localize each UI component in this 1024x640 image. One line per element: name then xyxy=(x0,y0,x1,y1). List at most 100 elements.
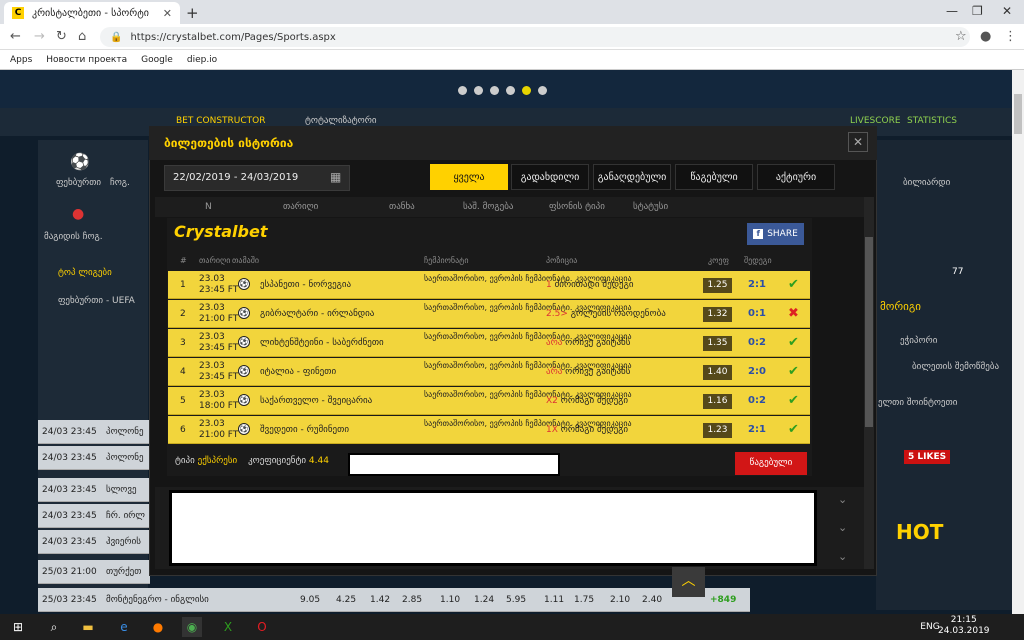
row-number: 6 xyxy=(180,425,186,435)
bg-event-row[interactable]: 25/03 21:00 თურქეთ xyxy=(38,560,150,584)
football-icon: ⚽ xyxy=(238,423,250,435)
page-scrollbar[interactable] xyxy=(1012,70,1024,614)
back-icon[interactable]: ← xyxy=(10,29,21,44)
bg-event-row[interactable]: 24/03 23:45 პოლონე xyxy=(38,420,150,444)
chrome-icon[interactable]: ◉ xyxy=(182,617,202,637)
minimize-icon[interactable]: — xyxy=(946,4,958,18)
bg-event-row[interactable]: 24/03 23:45 პოლონე xyxy=(38,446,150,470)
row-score: 0:1 xyxy=(748,308,766,319)
ticket-event-row: 4 23.03 23:45 FT ⚽ იტალია - ფინეთი საერთაშორი… xyxy=(168,358,810,386)
filter-lost-button[interactable]: წაგებული xyxy=(675,164,753,190)
file-explorer-icon[interactable]: ▬ xyxy=(78,617,98,637)
modal-scrollbar[interactable] xyxy=(864,197,874,569)
bookmark-apps[interactable]: Apps xyxy=(10,55,32,65)
ticket-event-row: 2 23.03 21:00 FT ⚽ გიბრალტარი - ირლანდია საერ… xyxy=(168,300,810,328)
ticket-event-row: 1 23.03 23:45 FT ⚽ ესპანეთი - ნორვეგია საერთა… xyxy=(168,271,810,299)
row-score: 2:1 xyxy=(748,424,766,435)
system-clock[interactable]: 21:15 24.03.2019 xyxy=(938,615,990,637)
edge-icon[interactable]: e xyxy=(114,617,134,637)
crystalbet-favicon: C xyxy=(12,7,24,19)
bg-event-row[interactable]: 24/03 23:45 სლოვე xyxy=(38,478,150,502)
date-range-input[interactable]: 22/02/2019 - 24/03/2019 xyxy=(164,165,350,191)
football-icon: ⚽ xyxy=(238,394,250,406)
browser-tab[interactable]: C კრისტალბეთი - სპორტი ✕ xyxy=(4,2,180,24)
football-icon: ⚽ xyxy=(238,365,250,377)
right-text: ელთი შოინტოეთი xyxy=(878,398,958,408)
calendar-icon[interactable]: ▦ xyxy=(330,170,341,184)
close-tab-icon[interactable]: ✕ xyxy=(163,7,172,20)
windows-start-icon[interactable]: ⊞ xyxy=(8,617,28,637)
chevron-down-icon[interactable]: ⌄ xyxy=(838,493,847,506)
facebook-share-button[interactable]: f SHARE xyxy=(747,223,804,245)
redacted-box-large xyxy=(169,490,817,566)
row-match: შვედეთი - რუმინეთი xyxy=(260,425,349,435)
sport-table-tennis[interactable]: მაგიდის ჩოგ. xyxy=(44,232,103,242)
chevron-down-icon[interactable]: ⌄ xyxy=(838,521,847,534)
close-window-icon[interactable]: ✕ xyxy=(1002,4,1012,18)
bookmark-google[interactable]: Google xyxy=(141,55,173,65)
row-datetime: 23.03 18:00 FT xyxy=(199,390,239,411)
restore-icon[interactable]: ❐ xyxy=(972,4,983,18)
bookmarks-bar: Apps Новости проекта Google diep.io xyxy=(0,50,1024,70)
row-match: იტალია - ფინეთი xyxy=(260,367,337,377)
top-leagues-tab[interactable]: ტოპ ლიგები xyxy=(58,268,112,278)
scroll-top-chevron-icon[interactable]: ︿ xyxy=(672,567,705,597)
excel-icon[interactable]: X xyxy=(218,617,238,637)
ticket-event-row: 3 23.03 23:45 FT ⚽ ლიხტენშტეინი - საბერძნეთი… xyxy=(168,329,810,357)
bg-event-row[interactable]: 24/03 23:45 ჩრ. ირლ xyxy=(38,504,150,528)
bg-event-row[interactable]: 24/03 23:45 ჰვიერის xyxy=(38,530,150,554)
row-odd: 1.25 xyxy=(703,278,732,293)
filter-all-button[interactable]: ყველა xyxy=(430,164,508,190)
bg-event-row[interactable]: 25/03 23:45 მონტენეგრო - ინგლისი 9.05 4.25… xyxy=(38,588,750,612)
profile-icon[interactable]: ● xyxy=(980,29,991,44)
carousel-dots[interactable] xyxy=(458,86,547,95)
forward-icon[interactable]: → xyxy=(34,29,45,44)
row-score: 0:2 xyxy=(748,395,766,406)
row-datetime: 23.03 23:45 FT xyxy=(199,361,239,382)
row-datetime: 23.03 23:45 FT xyxy=(199,332,239,353)
sport-tennis[interactable]: ჩოგ. xyxy=(110,178,130,188)
nav-statistics[interactable]: STATISTICS xyxy=(907,116,957,126)
home-icon[interactable]: ⌂ xyxy=(78,29,86,44)
nav-livescore[interactable]: LIVESCORE xyxy=(850,116,901,126)
promo-5-likes[interactable]: 5 LIKES xyxy=(904,450,951,464)
row-pick: არა ორივე გაიტანს xyxy=(546,338,631,348)
tickets-column-header: N თარიღი თანხა საშ. მოგება ფსონის ტიპი ს… xyxy=(155,197,865,217)
sport-football[interactable]: ფეხბურთი xyxy=(56,178,101,188)
right-tab[interactable]: ეჭიპორი xyxy=(900,336,937,346)
search-icon[interactable]: ⌕ xyxy=(44,617,64,637)
bookmark-diep[interactable]: diep.io xyxy=(187,55,217,65)
close-icon[interactable]: ✕ xyxy=(848,132,868,152)
row-match: ესპანეთი - ნორვეგია xyxy=(260,280,352,290)
bookmark-news[interactable]: Новости проекта xyxy=(46,55,127,65)
right-counter: 77 xyxy=(952,267,964,277)
row-pick: X2 ორმაგი შედეგი xyxy=(546,396,629,406)
filter-cashed-button[interactable]: განაღდებული xyxy=(593,164,671,190)
filter-paid-button[interactable]: გადახდილი xyxy=(511,164,589,190)
firefox-icon[interactable]: ● xyxy=(148,617,168,637)
url-field[interactable]: 🔒 https://crystalbet.com/Pages/Sports.asp… xyxy=(100,27,970,47)
new-tab-icon[interactable]: + xyxy=(186,4,199,22)
sport-billiard[interactable]: ბილიარდი xyxy=(903,178,950,188)
football-icon: ⚽ xyxy=(238,278,250,290)
reload-icon[interactable]: ↻ xyxy=(56,29,67,44)
check-ticket-link[interactable]: ბილეთის შემოწმება xyxy=(912,362,1002,373)
nav-toto[interactable]: ტოტალიზატორი xyxy=(305,116,377,126)
bookmark-star-icon[interactable]: ☆ xyxy=(955,29,967,44)
football-icon: ⚽ xyxy=(238,307,250,319)
check-icon: ✔ xyxy=(788,335,799,350)
row-pick: არა ორივე გაიტანს xyxy=(546,367,631,377)
row-number: 4 xyxy=(180,367,186,377)
modal-title: ბილეთების ისტორია xyxy=(164,136,294,150)
row-match: საქართველო - შვეიცარია xyxy=(260,396,373,406)
football-icon: ⚽ xyxy=(238,336,250,348)
menu-icon[interactable]: ⋮ xyxy=(1004,29,1017,44)
filter-active-button[interactable]: აქტიური xyxy=(757,164,835,190)
promo-hot[interactable]: HOT xyxy=(896,520,943,544)
check-icon: ✔ xyxy=(788,364,799,379)
nav-bet-constructor[interactable]: BET CONSTRUCTOR xyxy=(176,116,266,126)
cross-icon: ✖ xyxy=(788,306,799,321)
chevron-down-icon[interactable]: ⌄ xyxy=(838,550,847,563)
opera-icon[interactable]: O xyxy=(252,617,272,637)
row-datetime: 23.03 21:00 FT xyxy=(199,419,239,440)
